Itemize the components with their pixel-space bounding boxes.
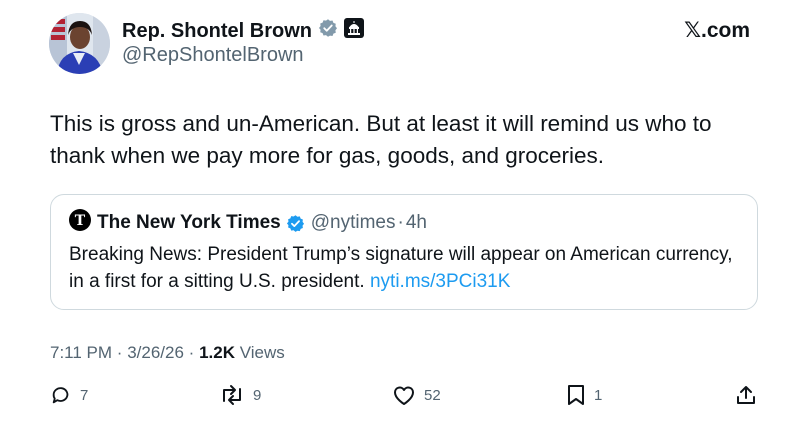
bookmark-button[interactable]: 1 <box>566 384 602 406</box>
svg-text:T: T <box>75 213 86 229</box>
reply-count: 7 <box>80 386 89 404</box>
avatar[interactable] <box>49 13 110 74</box>
share-icon <box>735 384 757 406</box>
tweet-meta: 7:11 PM · 3/26/26 · 1.2K Views <box>50 343 285 363</box>
like-icon <box>392 384 416 406</box>
tweet-time[interactable]: 7:11 PM <box>50 343 112 362</box>
quoted-tweet-header: T The New York Times @nytimes · 4h <box>69 209 427 237</box>
reply-icon <box>50 384 72 406</box>
capitol-icon <box>344 18 364 44</box>
bookmark-count: 1 <box>594 386 603 404</box>
nyt-logo-icon: T <box>69 209 91 237</box>
meta-separator-2: · <box>188 343 195 362</box>
views-count: 1.2K <box>199 343 235 362</box>
quoted-link[interactable]: nyti.ms/3PCi31K <box>370 271 510 292</box>
quoted-author-handle: @nytimes <box>310 212 396 233</box>
meta-separator: · <box>116 343 123 362</box>
author-name[interactable]: Rep. Shontel Brown <box>122 20 312 43</box>
author-name-row: Rep. Shontel Brown <box>122 18 364 44</box>
reply-button[interactable]: 7 <box>50 384 88 406</box>
like-count: 52 <box>424 386 441 404</box>
tweet-date[interactable]: 3/26/26 <box>127 343 184 362</box>
author-handle[interactable]: @RepShontelBrown <box>122 44 304 67</box>
share-button[interactable] <box>735 384 757 406</box>
quoted-tweet[interactable]: T The New York Times @nytimes · 4h Break… <box>50 194 758 310</box>
quoted-age: 4h <box>405 212 427 233</box>
views-label: Views <box>239 343 285 362</box>
repost-button[interactable]: 9 <box>219 384 261 406</box>
site-label: 𝕏.com <box>684 19 750 42</box>
quoted-tweet-text: Breaking News: President Trump’s signatu… <box>69 241 739 295</box>
verified-badge-icon[interactable] <box>318 18 338 44</box>
bookmark-icon <box>566 384 586 406</box>
repost-count: 9 <box>253 386 262 404</box>
tweet-text: This is gross and un-American. But at le… <box>50 111 712 168</box>
repost-icon <box>219 384 245 406</box>
quoted-separator: · <box>397 212 404 233</box>
quoted-author-name: The New York Times <box>97 212 281 233</box>
nyt-verified-badge-icon <box>286 214 305 233</box>
avatar-image <box>49 13 110 74</box>
like-button[interactable]: 52 <box>392 384 441 406</box>
